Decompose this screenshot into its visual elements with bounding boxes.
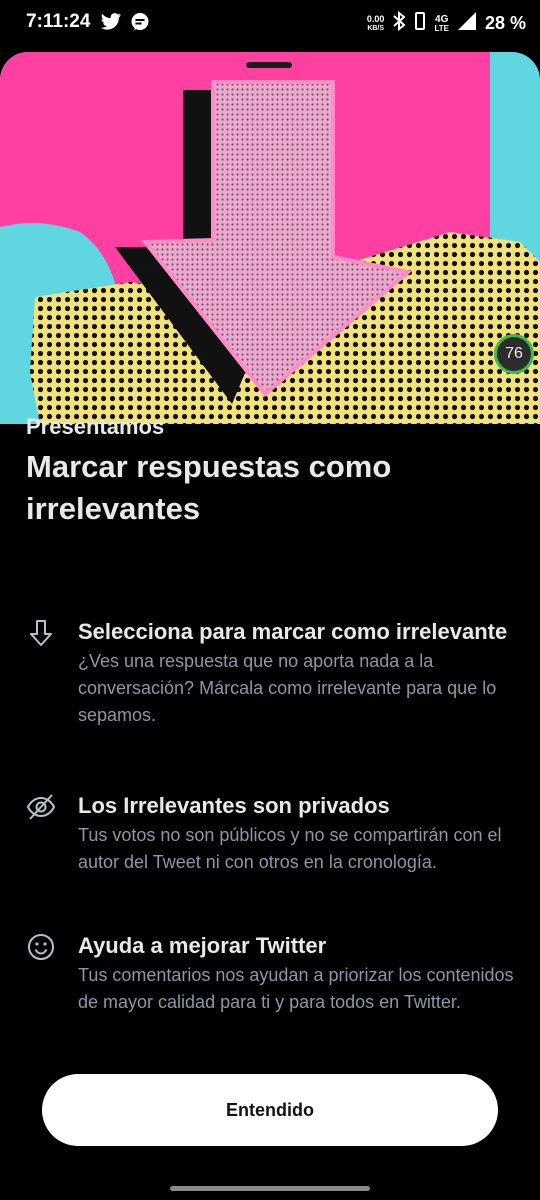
- score-badge[interactable]: 76: [494, 334, 534, 374]
- eyebrow-label: Presentamos: [26, 414, 165, 439]
- feature-body: ¿Ves una respuesta que no aporta nada a …: [78, 651, 497, 725]
- status-time: 7:11:24: [26, 11, 91, 32]
- feature-title: Selecciona para marcar como irrelevante: [78, 619, 508, 644]
- eye-off-icon: [26, 792, 56, 822]
- vibrate-icon: [414, 11, 426, 36]
- arrow-down-icon: [26, 618, 56, 648]
- signal-icon: [457, 11, 477, 36]
- status-right-icons: 0.00 KB/S 4G LTE 28 %: [367, 10, 526, 37]
- status-left-icons: [100, 12, 150, 37]
- entendido-button[interactable]: Entendido: [42, 1074, 498, 1146]
- smiley-icon: [26, 932, 56, 962]
- net-speed: 0.00 KB/S: [366, 13, 385, 33]
- net-speed-value: 0.00: [366, 13, 385, 24]
- twitter-icon: [100, 12, 122, 37]
- sheet-grabber[interactable]: [246, 62, 292, 68]
- feature-body: Tus comentarios nos ayudan a priorizar l…: [78, 965, 514, 1012]
- feature-title: Ayuda a mejorar Twitter: [78, 933, 327, 958]
- page-title: Marcar respuestas como irrelevantes: [26, 449, 392, 526]
- network-type: 4G LTE: [434, 13, 449, 33]
- chat-bubble-icon: [130, 12, 150, 37]
- battery-percent: 28 %: [484, 13, 526, 33]
- network-label: 4G: [435, 13, 449, 25]
- hero-illustration: [0, 52, 540, 424]
- net-speed-unit: KB/S: [367, 24, 385, 32]
- intro-header: Presentamos Marcar respuestas como irrel…: [26, 414, 516, 530]
- home-indicator[interactable]: [170, 1186, 370, 1191]
- network-sub-label: LTE: [434, 23, 449, 33]
- feature-body: Tus votos no son públicos y no se compar…: [78, 825, 502, 872]
- feature-title: Los Irrelevantes son privados: [78, 793, 390, 818]
- status-bar: 7:11:24 0.00 KB/S 4G LTE 28 %: [0, 0, 540, 48]
- bluetooth-icon: [392, 10, 406, 37]
